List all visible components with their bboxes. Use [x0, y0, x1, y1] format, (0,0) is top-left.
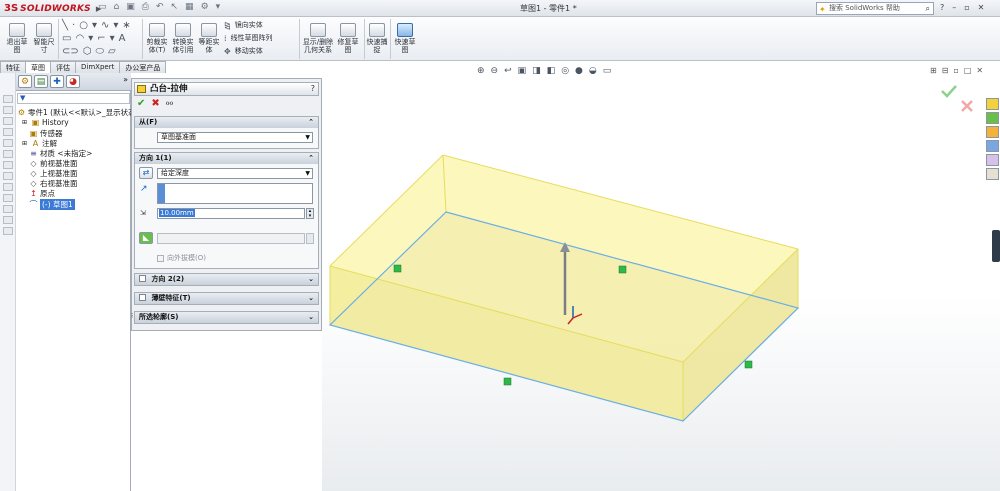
horizontal-relation-icon[interactable]: [618, 265, 627, 274]
vertical-relation-icon[interactable]: [393, 264, 402, 273]
vertical-relation-icon[interactable]: [744, 360, 753, 369]
horizontal-relation-icon[interactable]: [503, 377, 512, 386]
extrude-preview: [328, 154, 800, 423]
